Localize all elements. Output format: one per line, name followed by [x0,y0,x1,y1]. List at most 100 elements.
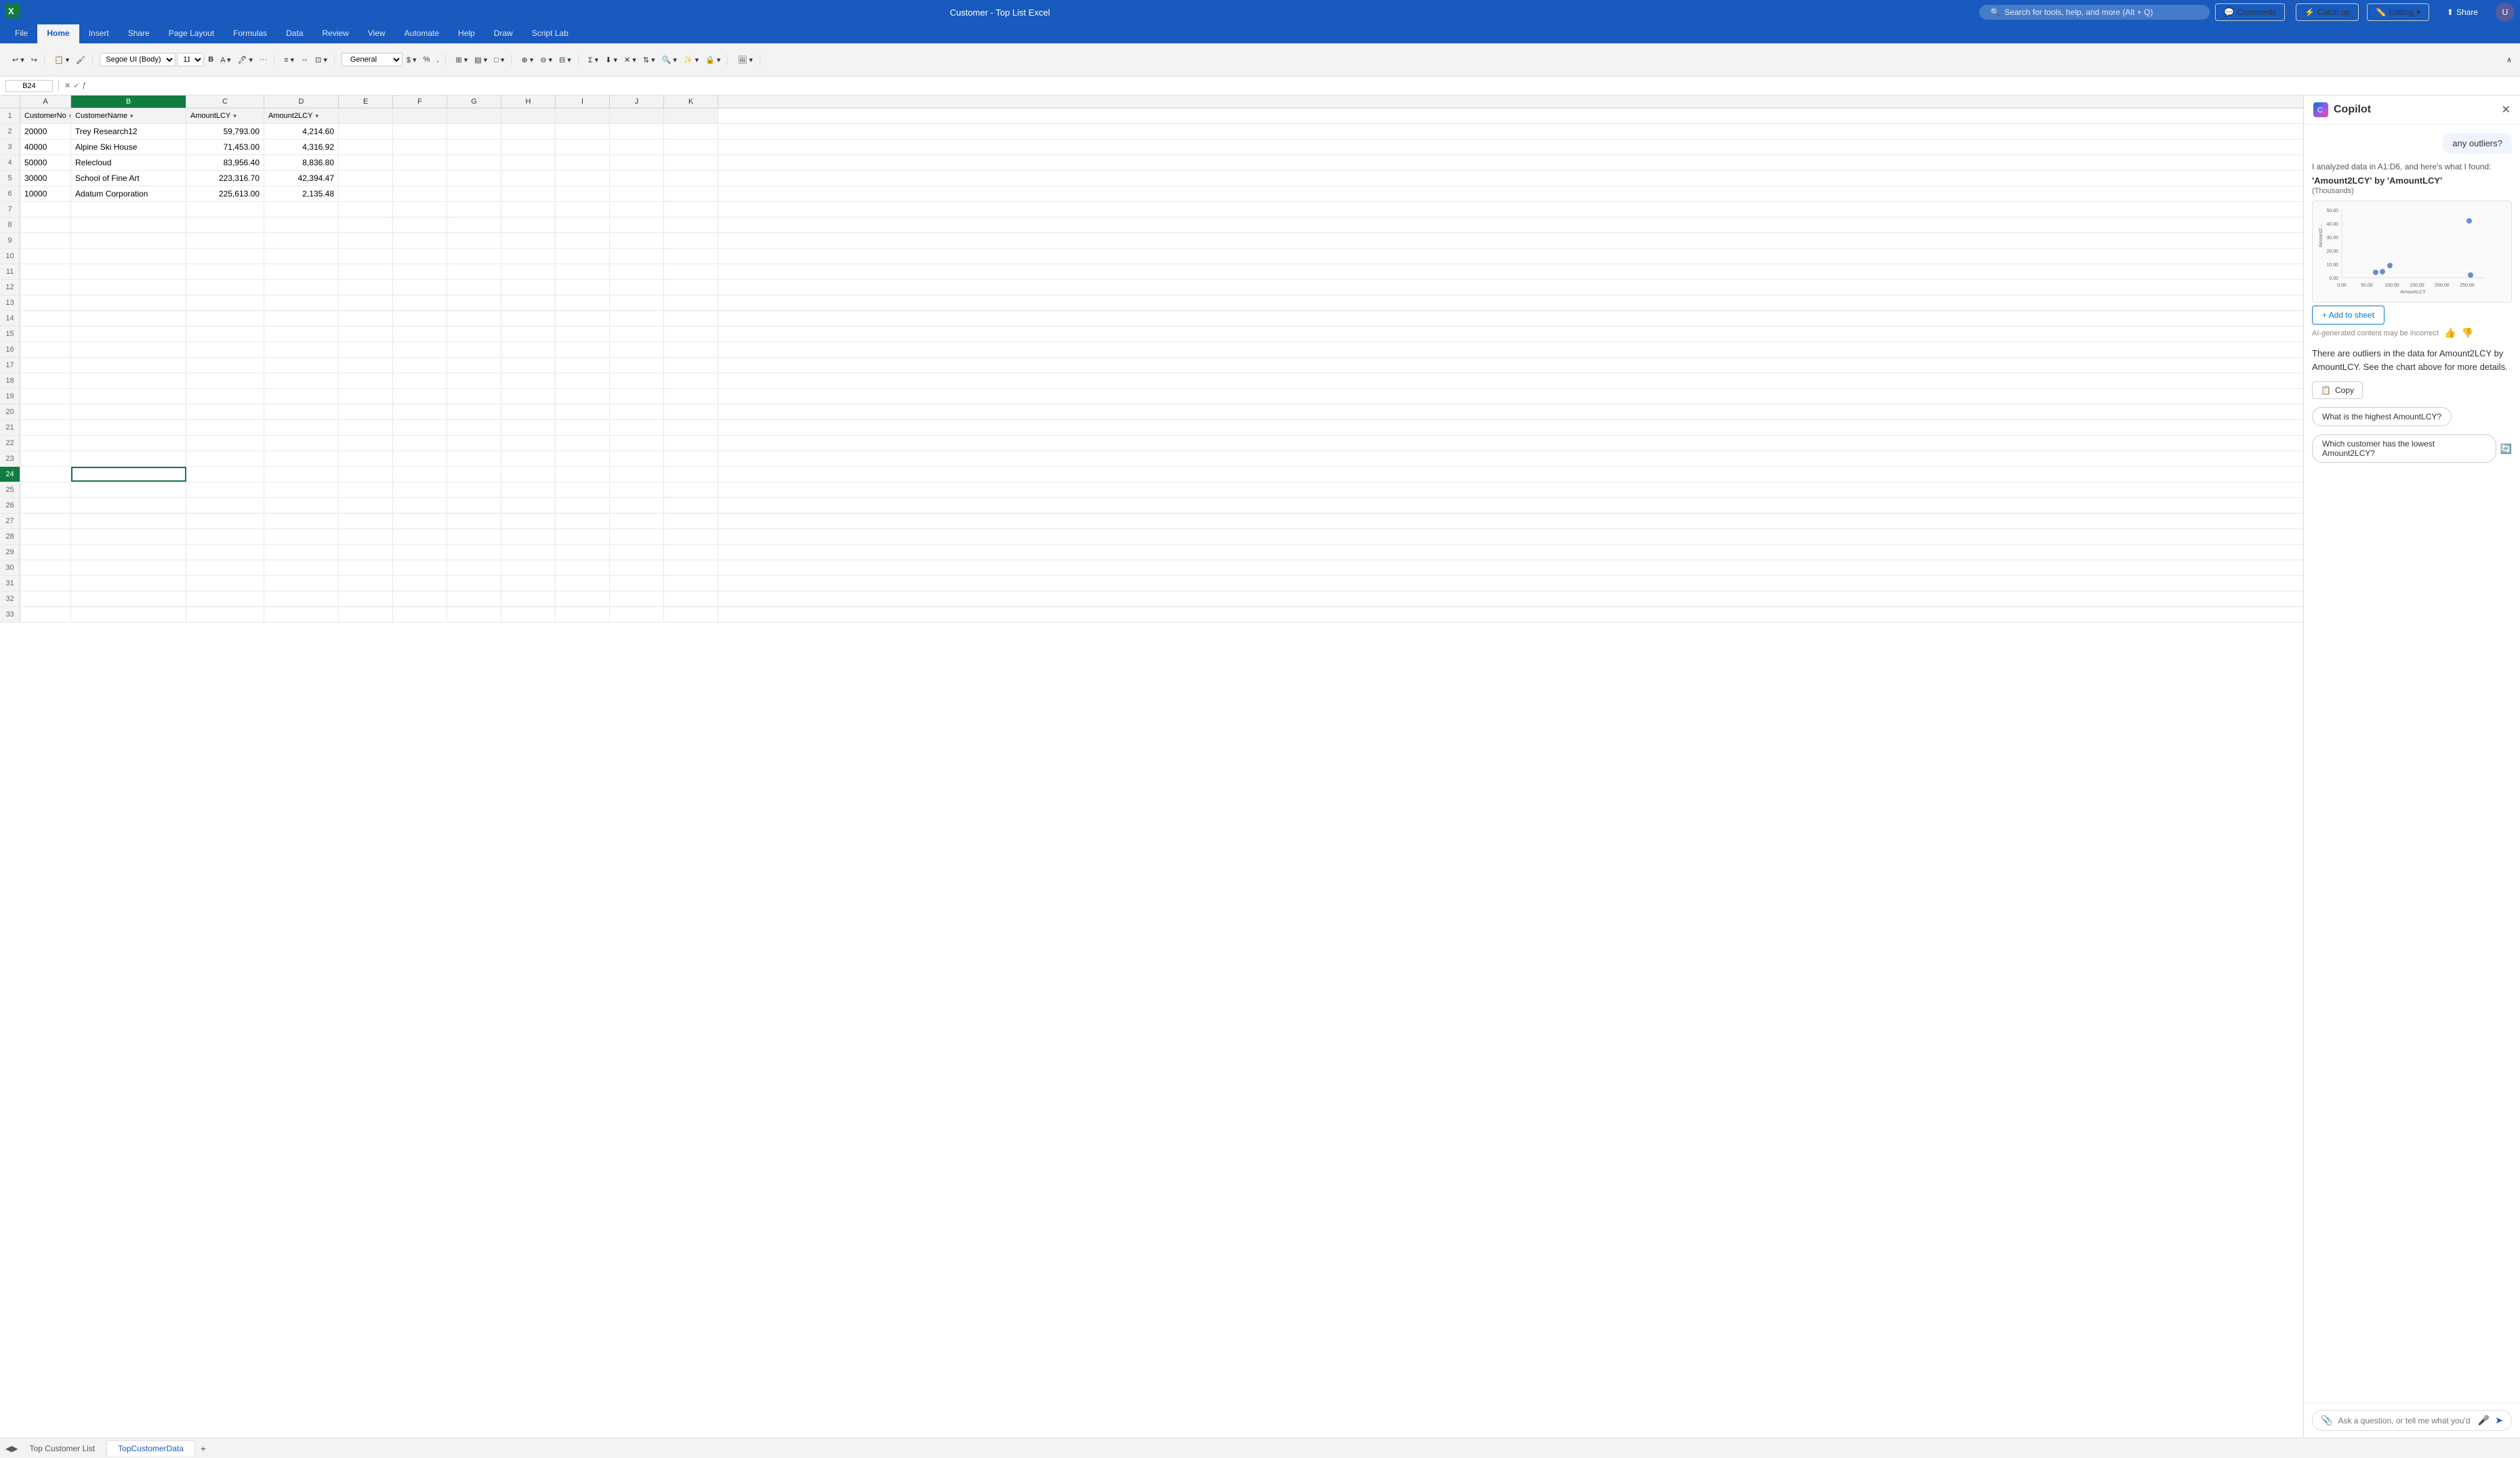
cell-J29[interactable] [610,545,664,560]
cell-J33[interactable] [610,607,664,622]
cell-J5[interactable] [610,171,664,186]
cell-E8[interactable] [339,217,393,232]
cell-I18[interactable] [556,373,610,388]
cell-B5[interactable]: School of Fine Art [71,171,186,186]
cell-E27[interactable] [339,514,393,528]
cell-E17[interactable] [339,358,393,373]
cell-A15[interactable] [20,327,71,341]
cell-E14[interactable] [339,311,393,326]
cell-E10[interactable] [339,249,393,264]
cell-E25[interactable] [339,482,393,497]
cell-D10[interactable] [264,249,339,264]
cell-G17[interactable] [447,358,501,373]
cell-B19[interactable] [71,389,186,404]
cell-H29[interactable] [501,545,556,560]
clear-btn[interactable]: ✕ ▾ [621,54,639,66]
cell-A31[interactable] [20,576,71,591]
merge-btn[interactable]: ⊡ ▾ [312,54,330,66]
cell-C29[interactable] [186,545,264,560]
cell-K16[interactable] [664,342,718,357]
cell-I1[interactable] [556,108,610,123]
cell-E31[interactable] [339,576,393,591]
cell-H2[interactable] [501,124,556,139]
add-sheet-btn[interactable]: + [195,1440,211,1457]
cell-K30[interactable] [664,560,718,575]
cell-H19[interactable] [501,389,556,404]
cell-F26[interactable] [393,498,447,513]
tab-data[interactable]: Data [276,24,312,43]
row-number[interactable]: 20 [0,404,20,419]
cell-I26[interactable] [556,498,610,513]
cell-F11[interactable] [393,264,447,279]
cell-E2[interactable] [339,124,393,139]
cell-H7[interactable] [501,202,556,217]
cell-K23[interactable] [664,451,718,466]
cell-C10[interactable] [186,249,264,264]
cell-F23[interactable] [393,451,447,466]
cell-F4[interactable] [393,155,447,170]
cell-J15[interactable] [610,327,664,341]
cell-D25[interactable] [264,482,339,497]
refresh-suggestions-btn[interactable]: 🔄 [2500,443,2512,455]
cell-D32[interactable] [264,591,339,606]
cell-G19[interactable] [447,389,501,404]
sheet-tab-1[interactable]: Top Customer List [18,1440,106,1456]
cell-G15[interactable] [447,327,501,341]
cell-H9[interactable] [501,233,556,248]
cell-H14[interactable] [501,311,556,326]
cell-J4[interactable] [610,155,664,170]
cell-C4[interactable]: 83,956.40 [186,155,264,170]
share-btn[interactable]: ⬆ Share [2437,4,2487,20]
cell-H10[interactable] [501,249,556,264]
cell-D15[interactable] [264,327,339,341]
cell-B23[interactable] [71,451,186,466]
delete-cells-btn[interactable]: ⊖ ▾ [537,54,555,66]
cell-D19[interactable] [264,389,339,404]
row-number[interactable]: 24 [0,467,20,482]
cell-G31[interactable] [447,576,501,591]
cell-G1[interactable] [447,108,501,123]
cell-H16[interactable] [501,342,556,357]
col-header-i[interactable]: I [556,96,610,108]
comments-title-btn[interactable]: 💬 Comments [2215,3,2285,21]
cell-K12[interactable] [664,280,718,295]
cell-F31[interactable] [393,576,447,591]
cell-G5[interactable] [447,171,501,186]
cell-C27[interactable] [186,514,264,528]
cell-J19[interactable] [610,389,664,404]
cell-G4[interactable] [447,155,501,170]
cell-J7[interactable] [610,202,664,217]
tab-automate[interactable]: Automate [395,24,449,43]
cell-E21[interactable] [339,420,393,435]
cell-I17[interactable] [556,358,610,373]
cell-F9[interactable] [393,233,447,248]
cell-B22[interactable] [71,436,186,451]
cell-B12[interactable] [71,280,186,295]
cell-C1[interactable]: AmountLCY▾ [186,108,264,123]
cell-I22[interactable] [556,436,610,451]
row-number[interactable]: 25 [0,482,20,497]
cell-H17[interactable] [501,358,556,373]
cell-G7[interactable] [447,202,501,217]
cell-F27[interactable] [393,514,447,528]
insert-cells-btn[interactable]: ⊕ ▾ [518,54,536,66]
cell-H15[interactable] [501,327,556,341]
insert-picture-btn[interactable]: 🖼 ▾ [735,54,756,66]
cell-A29[interactable] [20,545,71,560]
tab-share[interactable]: Share [119,24,159,43]
input-attach-btn[interactable]: 📎 [2321,1415,2332,1426]
cell-E9[interactable] [339,233,393,248]
cell-I28[interactable] [556,529,610,544]
format-as-table-btn[interactable]: ▤ ▾ [472,54,490,66]
cell-B13[interactable] [71,295,186,310]
tab-file[interactable]: File [5,24,37,43]
cell-G28[interactable] [447,529,501,544]
cell-C28[interactable] [186,529,264,544]
cell-A7[interactable] [20,202,71,217]
cell-C11[interactable] [186,264,264,279]
tab-insert[interactable]: Insert [79,24,119,43]
cell-E15[interactable] [339,327,393,341]
row-number[interactable]: 29 [0,545,20,560]
undo-btn[interactable]: ↩ ▾ [9,54,27,66]
cell-I4[interactable] [556,155,610,170]
